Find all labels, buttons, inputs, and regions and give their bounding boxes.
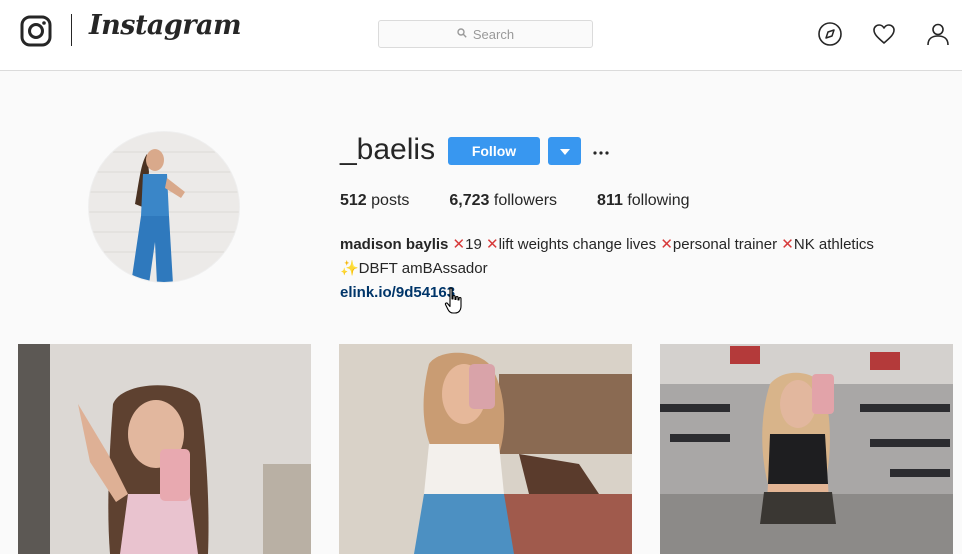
search-placeholder: Search: [472, 26, 515, 42]
follow-button[interactable]: Follow: [448, 137, 540, 165]
posts-label: posts: [371, 192, 410, 209]
instagram-glyph-icon[interactable]: [20, 15, 52, 47]
posts-stat: 512 posts: [340, 192, 409, 210]
top-navigation: Instagram Search: [0, 0, 962, 71]
suggestions-dropdown-button[interactable]: [548, 137, 581, 165]
bio-segment: 19: [465, 236, 486, 253]
bio-segment: personal trainer: [672, 236, 782, 253]
multiple-photos-icon: [271, 352, 297, 378]
bio-cross-mark-icon: ✕: [660, 236, 673, 253]
profile-bio: madison baylis ✕19 ✕lift weights change …: [340, 233, 940, 305]
more-dots-icon: [593, 142, 609, 160]
caret-down-icon: [559, 142, 570, 160]
instagram-wordmark[interactable]: Instagram: [89, 10, 242, 41]
search-icon: [457, 25, 467, 43]
bio-segment: lift weights change lives: [498, 236, 661, 253]
following-count: 811: [597, 192, 623, 209]
hand-pointer-cursor-icon: [443, 286, 465, 316]
bio-line-2: ✨DBFT amBAssador: [340, 260, 488, 277]
profile-username: _baelis: [340, 133, 436, 166]
followers-count: 6,723: [449, 192, 490, 209]
search-input[interactable]: Search: [378, 20, 593, 48]
bio-cross-mark-icon: ✕: [781, 236, 794, 253]
posts-count: 512: [340, 192, 367, 209]
more-options-button[interactable]: [590, 137, 612, 165]
post-thumbnail[interactable]: [339, 344, 632, 554]
activity-heart-icon[interactable]: [871, 21, 897, 47]
bio-full-name: madison baylis: [340, 236, 449, 253]
post-thumbnail[interactable]: [18, 344, 311, 554]
following-stat[interactable]: 811 following: [597, 192, 690, 210]
profile-avatar[interactable]: [88, 131, 240, 283]
bio-external-link[interactable]: elink.io/9d54163: [340, 284, 455, 301]
bio-cross-mark-icon: ✕: [452, 236, 466, 253]
bio-cross-mark-icon: ✕: [485, 236, 499, 253]
bio-segment: NK athletics: [793, 236, 874, 253]
followers-stat[interactable]: 6,723 followers: [449, 192, 557, 210]
nav-divider: [71, 14, 72, 46]
explore-compass-icon[interactable]: [817, 21, 843, 47]
profile-user-icon[interactable]: [925, 21, 951, 47]
profile-stats: 512 posts 6,723 followers 811 following: [340, 192, 730, 210]
post-thumbnail[interactable]: [660, 344, 953, 554]
followers-label: followers: [493, 192, 558, 209]
bio-line-1: madison baylis ✕19 ✕lift weights change …: [340, 233, 940, 257]
following-label: following: [627, 192, 690, 209]
